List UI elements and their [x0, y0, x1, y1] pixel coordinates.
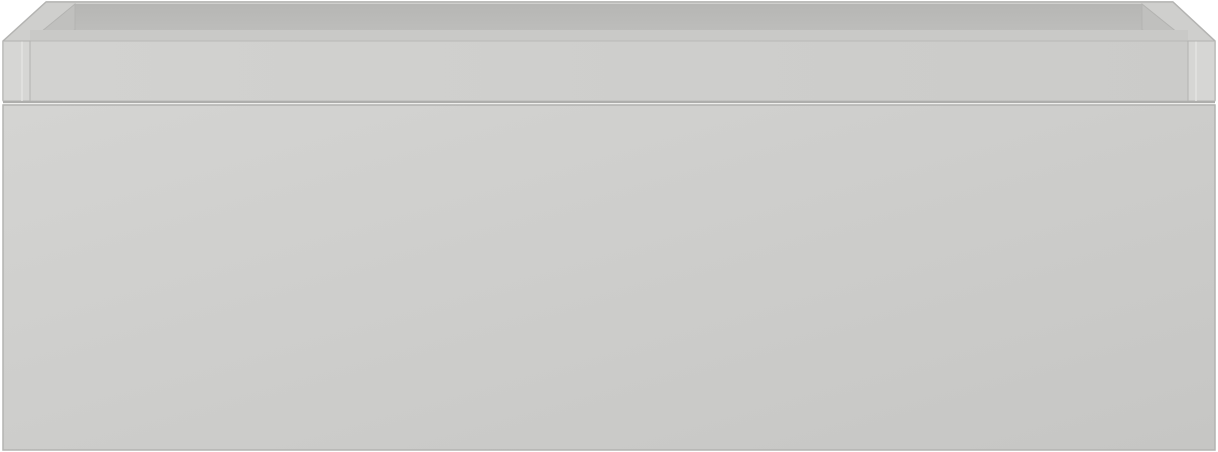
- inner-back-wall: [75, 4, 1142, 30]
- drawer-interior-face: [29, 40, 1189, 102]
- drawer-front-panel[interactable]: [2, 104, 1216, 451]
- product-render: [0, 0, 1218, 452]
- right-side-post: [1187, 40, 1216, 102]
- inner-lip: [30, 30, 1188, 42]
- left-side-post: [2, 40, 31, 102]
- drawer-unit-illustration: [2, 1, 1216, 451]
